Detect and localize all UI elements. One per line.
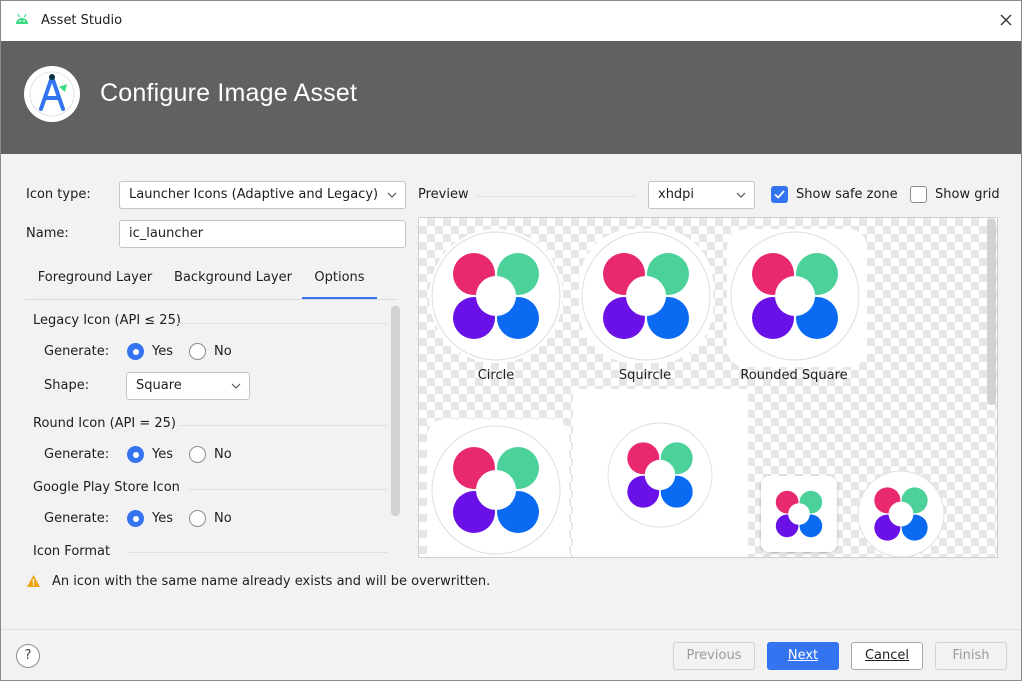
legacy-yes-label: Yes — [152, 344, 173, 359]
next-button[interactable]: Next — [767, 642, 839, 670]
legacy-circle-icon-preview — [607, 422, 713, 528]
round-yes-label: Yes — [152, 447, 173, 462]
android-studio-logo-icon — [24, 66, 80, 122]
round-no-label: No — [214, 447, 232, 462]
rounded-icon-preview-large — [427, 419, 569, 557]
show-grid-checkbox[interactable] — [910, 186, 927, 203]
warning-message: An icon with the same name already exist… — [52, 574, 491, 589]
icon-format-section-title: Icon Format — [33, 544, 111, 555]
tab-options[interactable]: Options — [302, 263, 377, 299]
squircle-icon-preview — [579, 229, 713, 363]
rounded-square-caption: Rounded Square — [740, 368, 848, 383]
legacy-shape-value: Square — [136, 378, 182, 393]
cancel-button[interactable]: Cancel — [851, 642, 923, 670]
legacy-generate-yes-radio[interactable] — [127, 343, 144, 360]
preview-icons — [427, 229, 945, 557]
previous-button[interactable]: Previous — [673, 642, 755, 670]
android-icon — [16, 13, 28, 24]
icon-type-label: Icon type: — [26, 187, 91, 202]
circle-caption: Circle — [477, 368, 515, 383]
round-generate-no-radio[interactable] — [189, 446, 206, 463]
footer-divider — [1, 629, 1021, 630]
window-title: Asset Studio — [41, 13, 123, 28]
tab-background-layer[interactable]: Background Layer — [168, 263, 298, 299]
play-generate-yes-radio[interactable] — [127, 510, 144, 527]
round-generate-label: Generate: — [44, 447, 110, 462]
play-yes-label: Yes — [152, 511, 173, 526]
small-square-icon-preview — [775, 490, 823, 538]
legacy-shape-dropdown[interactable]: Square — [126, 372, 250, 400]
help-button[interactable]: ? — [16, 644, 40, 668]
wizard-header: Configure Image Asset — [1, 41, 1021, 154]
tab-foreground-layer[interactable]: Foreground Layer — [31, 263, 159, 299]
title-bar: Asset Studio — [1, 1, 1021, 41]
density-value: xhdpi — [658, 187, 695, 202]
section-divider — [188, 489, 388, 490]
play-no-label: No — [214, 511, 232, 526]
show-grid-label: Show grid — [935, 187, 1000, 202]
chevron-down-icon — [231, 383, 241, 389]
page-heading: Configure Image Asset — [100, 79, 358, 107]
preview-area: Circle Squircle Rounded Square — [418, 217, 998, 558]
preview-label: Preview — [418, 187, 469, 202]
small-round-icon-preview — [857, 470, 945, 557]
warning-icon — [27, 575, 40, 587]
asset-studio-window: Asset Studio Configure Image Asset Icon … — [0, 0, 1022, 681]
layer-tabs: Foreground Layer Background Layer Option… — [25, 263, 397, 300]
chevron-down-icon — [736, 192, 746, 198]
checkmark-icon — [774, 190, 785, 199]
section-divider — [128, 552, 388, 553]
play-store-icon-section-title: Google Play Store Icon — [33, 480, 180, 495]
section-divider — [178, 425, 388, 426]
legacy-shape-label: Shape: — [44, 378, 90, 393]
name-label: Name: — [26, 226, 69, 241]
circle-icon-preview — [429, 229, 563, 363]
show-safe-zone-checkbox[interactable] — [771, 186, 788, 203]
options-panel: Legacy Icon (API ≤ 25) Generate: Yes No … — [25, 303, 403, 555]
preview-scrollbar[interactable] — [987, 219, 996, 405]
chevron-down-icon — [387, 192, 397, 198]
legacy-icon-section-title: Legacy Icon (API ≤ 25) — [33, 313, 181, 328]
density-dropdown[interactable]: xhdpi — [648, 181, 755, 209]
icon-type-value: Launcher Icons (Adaptive and Legacy) — [129, 187, 379, 202]
squircle-caption: Squircle — [618, 368, 672, 383]
play-generate-no-radio[interactable] — [189, 510, 206, 527]
options-scrollbar[interactable] — [391, 306, 400, 516]
rounded-square-icon-preview — [727, 229, 867, 367]
close-icon[interactable] — [997, 11, 1015, 29]
legacy-generate-label: Generate: — [44, 344, 110, 359]
round-icon-section-title: Round Icon (API = 25) — [33, 416, 176, 431]
play-generate-label: Generate: — [44, 511, 110, 526]
icon-type-dropdown[interactable]: Launcher Icons (Adaptive and Legacy) — [119, 181, 406, 209]
section-divider — [178, 323, 388, 324]
legacy-no-label: No — [214, 344, 232, 359]
round-generate-yes-radio[interactable] — [127, 446, 144, 463]
show-safe-zone-label: Show safe zone — [796, 187, 898, 202]
preview-divider — [476, 196, 636, 197]
legacy-generate-no-radio[interactable] — [189, 343, 206, 360]
finish-button[interactable]: Finish — [935, 642, 1007, 670]
name-input[interactable]: ic_launcher — [119, 220, 406, 248]
